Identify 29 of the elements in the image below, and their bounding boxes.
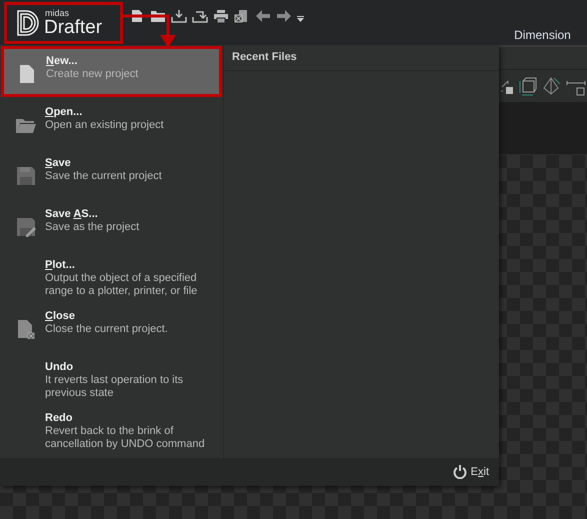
- menu-item-description: Save as the project: [45, 221, 140, 234]
- menu-item[interactable]: Undo It reverts last operation to its previous state: [0, 352, 223, 403]
- menu-item-title: Close: [45, 310, 76, 323]
- menu-item-title: New...: [46, 55, 78, 68]
- menu-item-title: Plot...: [45, 259, 76, 272]
- logo-text: Drafter: [44, 18, 102, 37]
- menu-item-description: Save the current project: [45, 170, 162, 183]
- menu-item-title: Save: [45, 157, 72, 170]
- menu-item[interactable]: Plot... Output the object of a specified range to a plotter, printer, or file: [0, 250, 223, 301]
- menu-item-description: Output the object of a specified range to a plotter, printer, or file: [45, 272, 198, 298]
- menu-item[interactable]: Open... Open an existing project: [0, 97, 223, 148]
- menu-item-description: Close the current project.: [45, 323, 168, 336]
- menu-item[interactable]: New... Create new project: [1, 46, 222, 97]
- app-logo[interactable]: midas Drafter: [4, 2, 123, 44]
- menu-item-description: Revert back to the brink of cancellation by UNDO command: [45, 425, 206, 451]
- menu-item-title: Save AS...: [45, 208, 99, 221]
- menu-item[interactable]: Redo Revert back to the brink of cancellation by UNDO command: [0, 403, 223, 454]
- menu-item[interactable]: Save AS... Save as the project: [0, 199, 223, 250]
- exit-button[interactable]: Exit: [452, 464, 489, 480]
- menu-item-description: Open an existing project: [45, 119, 164, 132]
- recent-files-heading: Recent Files: [232, 50, 297, 66]
- menu-item-title: Open...: [45, 106, 84, 119]
- menu-item-title: Undo: [45, 361, 74, 374]
- menu-item[interactable]: Close Close the current project.: [0, 301, 223, 352]
- menu-item-title: Redo: [45, 412, 74, 425]
- logo-small-text: midas: [44, 9, 70, 18]
- menu-item[interactable]: Save Save the current project: [0, 148, 223, 199]
- menu-item-description: Create new project: [46, 68, 138, 81]
- menu-item-description: It reverts last operation to its previous state: [45, 374, 184, 400]
